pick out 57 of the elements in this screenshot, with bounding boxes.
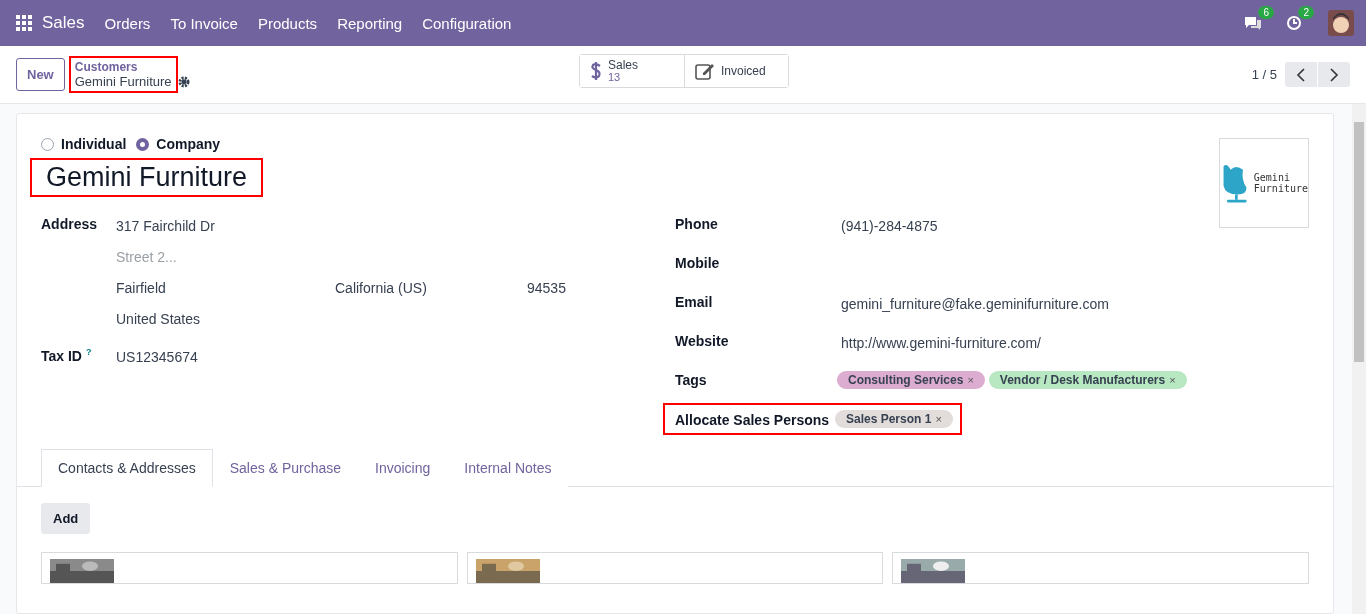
field-value[interactable]: US12345674 (116, 339, 675, 365)
radio-button[interactable] (41, 137, 54, 151)
chevron-left-icon (1296, 67, 1306, 82)
field-value[interactable]: 317 Fairchild Dr (116, 215, 675, 234)
chat-icon[interactable] (1244, 15, 1262, 31)
logo-text: Furniture (1253, 183, 1308, 194)
menu-item[interactable]: Products (247, 14, 328, 32)
field-label: Mobile (675, 254, 721, 271)
tab[interactable]: Contacts & Addresses (41, 449, 213, 487)
field-value[interactable]: United States (116, 308, 675, 327)
field-value[interactable]: 94535 (527, 277, 675, 296)
apps-menu-icon[interactable] (16, 15, 32, 31)
menu-item[interactable]: Reporting (327, 14, 413, 32)
menu-item[interactable]: Orders (94, 14, 161, 32)
field-value[interactable]: gemini_furniture@fake.geminifurniture.com (841, 293, 1309, 312)
scrollbar[interactable] (1352, 104, 1366, 614)
tag[interactable]: Consulting Services × (837, 371, 985, 389)
field-value[interactable]: Fairfield (116, 277, 335, 296)
add-button[interactable]: Add (41, 503, 91, 534)
field-label: Tags (675, 371, 708, 388)
contact-card[interactable] (466, 552, 884, 584)
chevron-right-icon (1329, 67, 1339, 82)
field-label: Allocate Sales Persons (675, 410, 831, 428)
breadcrumb-link[interactable]: Customers (74, 60, 172, 74)
tag[interactable]: Vendor / Desk Manufacturers × (988, 371, 1187, 389)
tag[interactable]: Sales Person 1 × (835, 410, 953, 428)
message-count-badge: 6 (1258, 6, 1274, 19)
field-value[interactable]: http://www.gemini-furniture.com/ (841, 332, 1309, 351)
logo-text: Gemini (1253, 172, 1291, 183)
field-label: Address (41, 215, 99, 232)
field-label: Tax ID $^{?}$ (41, 346, 93, 364)
clock-icon[interactable] (1286, 15, 1302, 31)
dollar-icon (590, 60, 602, 82)
radio-option[interactable]: Company (136, 136, 221, 152)
field-value[interactable]: California (US) (335, 277, 527, 296)
record-title: Gemini Furniture (74, 74, 172, 89)
menu-item[interactable]: Configuration (412, 14, 522, 32)
field-label: Website (675, 332, 730, 349)
radio-option[interactable]: Individual (41, 136, 127, 152)
contact-card[interactable] (41, 552, 458, 584)
field-label: Email (675, 293, 714, 310)
new-button[interactable]: New (16, 58, 65, 91)
edit-icon (695, 62, 715, 80)
settings-icon[interactable] (177, 75, 190, 88)
company-name[interactable]: Gemini Furniture (32, 160, 262, 195)
contact-card[interactable] (892, 552, 1309, 584)
field-value[interactable]: (941)-284-4875 (841, 215, 1309, 234)
radio-button[interactable] (136, 137, 150, 151)
smart-button[interactable]: Invoiced (684, 55, 788, 87)
menu-item[interactable]: To Invoice (160, 14, 248, 32)
app-name[interactable]: Sales (42, 13, 85, 33)
previous-button[interactable] (1285, 62, 1317, 87)
user-avatar[interactable] (1328, 10, 1354, 36)
next-button[interactable] (1318, 62, 1350, 87)
field-label: Phone (675, 215, 719, 232)
pager-value: 1 / 5 (1251, 67, 1277, 82)
activity-count-badge: 2 (1298, 6, 1314, 19)
